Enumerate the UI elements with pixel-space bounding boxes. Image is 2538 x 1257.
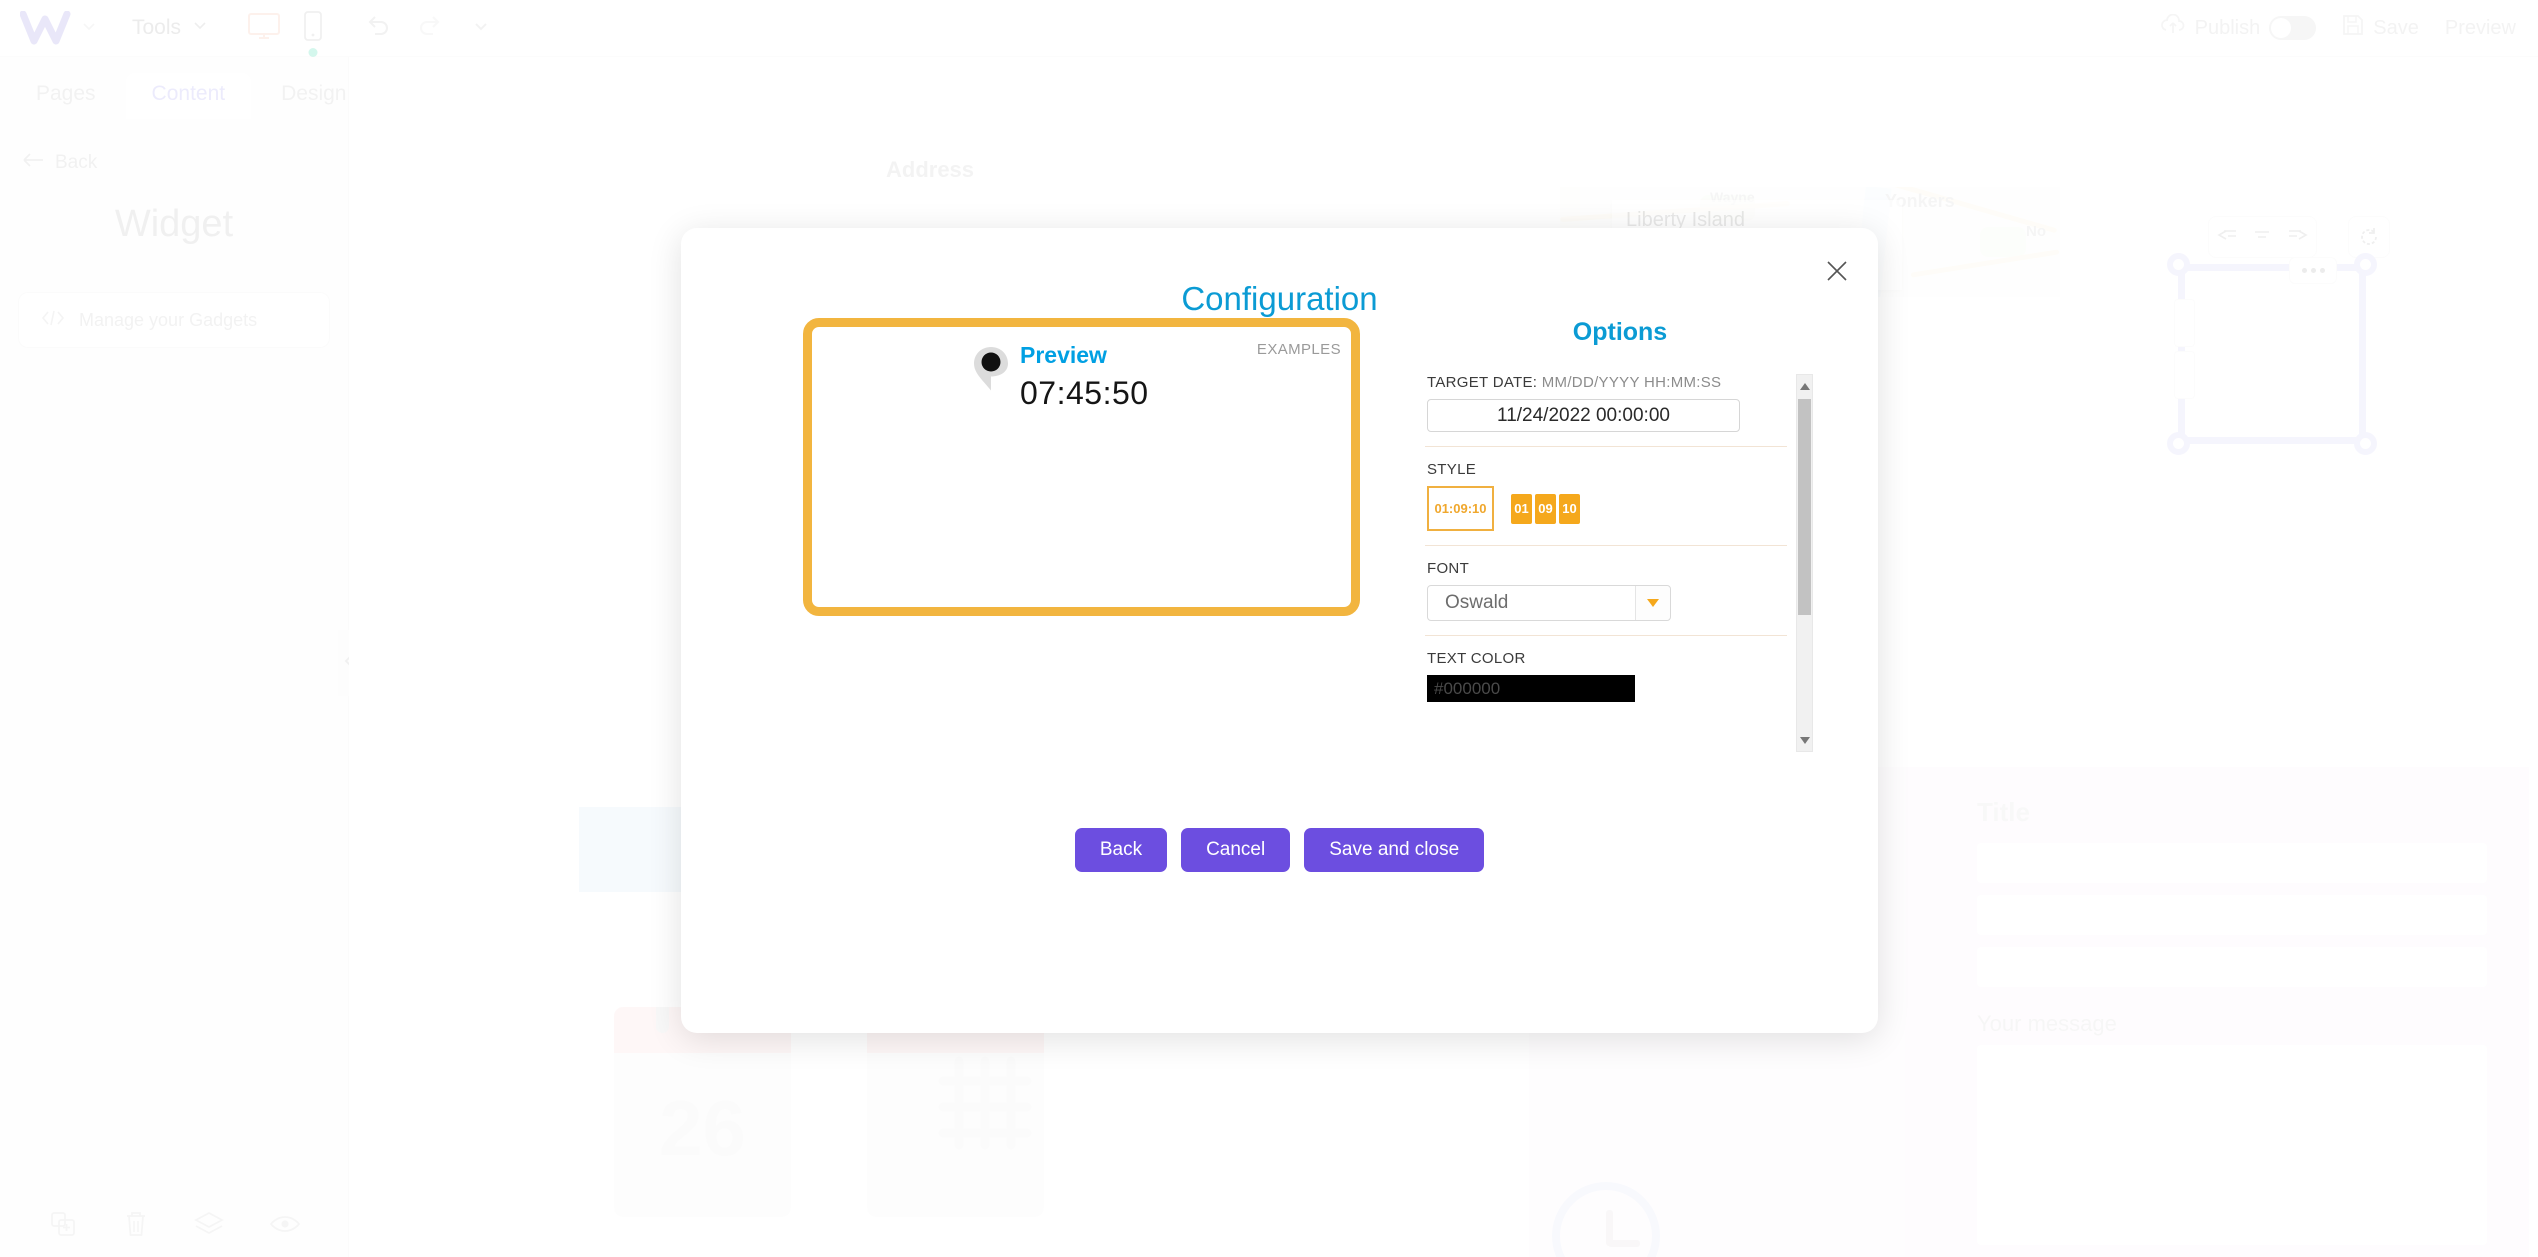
scroll-down-icon[interactable]: [1797, 729, 1812, 751]
scrollbar-thumb[interactable]: [1798, 399, 1811, 615]
save-and-close-button[interactable]: Save and close: [1304, 828, 1485, 872]
divider: [1425, 545, 1787, 546]
style-option-inline[interactable]: 01:09:10: [1427, 486, 1494, 531]
target-date-label-text: TARGET DATE:: [1427, 374, 1538, 391]
scroll-up-icon[interactable]: [1797, 375, 1812, 397]
cancel-button[interactable]: Cancel: [1181, 828, 1291, 872]
target-date-field: TARGET DATE: MM/DD/YYYY HH:MM:SS 11/24/2…: [1421, 374, 1791, 432]
app-root: Tools: [0, 0, 2538, 1257]
divider: [1425, 635, 1787, 636]
preview-countdown-time: 07:45:50: [1020, 375, 1149, 412]
modal-action-buttons: Back Cancel Save and close: [681, 828, 1878, 872]
style-tile-hours: 01: [1511, 493, 1532, 524]
target-date-label: TARGET DATE: MM/DD/YYYY HH:MM:SS: [1427, 374, 1785, 391]
text-color-label: TEXT COLOR: [1427, 650, 1526, 667]
style-option-tiles[interactable]: 01 09 10: [1511, 493, 1580, 524]
divider: [1425, 446, 1787, 447]
preview-label: Preview: [1020, 342, 1107, 368]
options-scroll-area: TARGET DATE: MM/DD/YYYY HH:MM:SS 11/24/2…: [1421, 374, 1791, 702]
font-selected-value: Oswald: [1445, 592, 1509, 613]
examples-link[interactable]: EXAMPLES: [1257, 341, 1341, 358]
caret-down-icon[interactable]: [1635, 586, 1670, 620]
map-pin-icon: [971, 345, 1011, 393]
style-label: STYLE: [1427, 461, 1477, 478]
target-date-input[interactable]: 11/24/2022 00:00:00: [1427, 399, 1740, 432]
options-panel: Options TARGET DATE: MM/DD/YYYY HH:MM:SS…: [1421, 318, 1819, 752]
style-tile-minutes: 09: [1535, 493, 1556, 524]
style-field: STYLE 01:09:10 01 09 10: [1421, 461, 1791, 531]
configuration-modal: Configuration EXAMPLES Preview 07:45:50: [681, 228, 1878, 1033]
font-label: FONT: [1427, 560, 1470, 577]
text-color-field: TEXT COLOR #000000: [1421, 650, 1791, 702]
preview-card: EXAMPLES Preview 07:45:50: [803, 318, 1360, 616]
close-icon[interactable]: [1822, 256, 1852, 286]
text-color-input[interactable]: #000000: [1427, 675, 1635, 702]
font-select[interactable]: Oswald: [1427, 585, 1671, 621]
target-date-format-hint: MM/DD/YYYY HH:MM:SS: [1541, 374, 1722, 391]
style-tile-seconds: 10: [1559, 493, 1580, 524]
font-field: FONT Oswald: [1421, 560, 1791, 621]
options-title: Options: [1572, 318, 1668, 346]
modal-title: Configuration: [1181, 280, 1378, 317]
back-button[interactable]: Back: [1074, 828, 1168, 872]
options-scrollbar[interactable]: [1796, 374, 1813, 752]
